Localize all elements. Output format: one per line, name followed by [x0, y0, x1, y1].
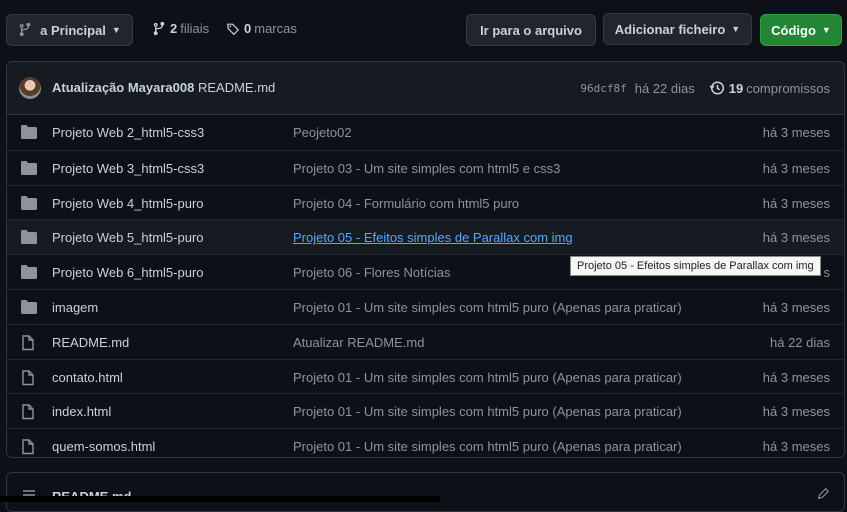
file-name-link[interactable]: Projeto Web 4_html5-puro [52, 196, 204, 211]
tag-icon [227, 23, 240, 35]
commit-message: Atualização Mayara008 README.md [52, 80, 275, 95]
repo-toolbar: a Principal ▼ 2 filiais 0 marcas Ir para… [0, 0, 847, 58]
commit-age[interactable]: há 3 meses [763, 196, 830, 211]
chevron-down-icon: ▼ [111, 25, 121, 35]
file-list: Projeto Web 2_html5-css3 Peojeto02 há 3 me… [7, 115, 844, 457]
file-row[interactable]: Projeto Web 4_html5-puro Projeto 04 - For… [7, 184, 844, 220]
add-file-button[interactable]: Adicionar ficheiro ▼ [603, 13, 752, 45]
file-name-link[interactable]: Projeto Web 6_html5-puro [52, 265, 204, 280]
file-name-link[interactable]: index.html [52, 404, 111, 419]
commit-message-link[interactable]: Projeto 05 - Efeitos simples de Parallax… [293, 230, 573, 245]
readme-panel: README.md [6, 472, 845, 512]
avatar[interactable] [19, 77, 41, 99]
branches-count: 2 [170, 21, 178, 36]
chevron-down-icon: ▼ [731, 24, 741, 34]
add-file-label: Adicionar ficheiro [614, 21, 726, 37]
edit-icon[interactable] [816, 487, 830, 501]
commit-meta: 96dcf8f há 22 dias 19 compromissos [580, 80, 830, 96]
commit-age[interactable]: há 3 meses [763, 125, 830, 140]
commit-age[interactable]: há 3 meses [763, 230, 830, 245]
file-row[interactable]: quem-somos.html Projeto 01 - Um site simp… [7, 428, 844, 457]
commit-age[interactable]: s [824, 265, 831, 280]
commit-age[interactable]: há 22 dias [770, 335, 830, 350]
commit-count-label[interactable]: compromissos [746, 81, 830, 96]
chevron-down-icon: ▼ [821, 25, 831, 35]
file-icon [21, 439, 35, 457]
branch-name: a Principal [40, 22, 106, 38]
file-name-link[interactable]: quem-somos.html [52, 439, 155, 454]
commit-age[interactable]: há 22 dias [635, 81, 695, 96]
commit-message-link[interactable]: Projeto 06 - Flores Notícias [293, 265, 451, 280]
branches-label: filiais [180, 21, 210, 36]
folder-icon [21, 265, 37, 282]
folder-icon [21, 125, 37, 142]
taskbar-edge [0, 496, 440, 502]
commit-message-link[interactable]: Projeto 01 - Um site simples com html5 p… [293, 300, 682, 315]
commit-age[interactable]: há 3 meses [763, 161, 830, 176]
commit-age[interactable]: há 3 meses [763, 404, 830, 419]
commit-file[interactable]: README.md [198, 80, 275, 95]
history-icon [709, 81, 724, 95]
file-row[interactable]: Projeto Web 5_html5-puro Projeto 05 - Efe… [7, 219, 844, 255]
code-button[interactable]: Código ▼ [760, 14, 842, 46]
file-row[interactable]: README.md Atualizar README.md há 22 dias [7, 323, 844, 359]
commit-message-link[interactable]: Projeto 01 - Um site simples com html5 p… [293, 370, 682, 385]
file-icon [21, 335, 35, 354]
go-to-file-button[interactable]: Ir para o arquivo [466, 14, 596, 46]
file-row[interactable]: Projeto Web 3_html5-css3 Projeto 03 - Um … [7, 149, 844, 185]
commit-message-link[interactable]: Projeto 01 - Um site simples com html5 p… [293, 439, 682, 454]
branches-link[interactable]: 2 filiais [152, 21, 209, 36]
folder-icon [21, 299, 37, 317]
file-name-link[interactable]: imagem [52, 300, 98, 315]
folder-icon [21, 230, 37, 247]
folder-icon [21, 160, 37, 178]
folder-icon [21, 195, 37, 213]
code-label: Código [771, 22, 816, 38]
tooltip: Projeto 05 - Efeitos simples de Parallax… [570, 256, 821, 276]
go-to-file-label: Ir para o arquivo [480, 22, 582, 38]
file-icon [21, 404, 35, 423]
commit-count[interactable]: 19 [729, 81, 743, 96]
file-name-link[interactable]: contato.html [52, 370, 123, 385]
file-name-link[interactable]: Projeto Web 2_html5-css3 [52, 125, 204, 140]
file-row[interactable]: index.html Projeto 01 - Um site simples c… [7, 393, 844, 428]
commit-message-link[interactable]: Atualizar README.md [293, 335, 424, 350]
commit-message-link[interactable]: Projeto 04 - Formulário com html5 puro [293, 196, 519, 211]
tags-count: 0 [244, 21, 252, 36]
file-name-link[interactable]: Projeto Web 5_html5-puro [52, 230, 204, 245]
commit-age[interactable]: há 3 meses [763, 439, 830, 454]
commit-message-link[interactable]: Peojeto02 [293, 125, 352, 140]
commit-message-link[interactable]: Projeto 03 - Um site simples com html5 e… [293, 161, 560, 176]
tags-link[interactable]: 0 marcas [226, 21, 297, 36]
commit-age[interactable]: há 3 meses [763, 300, 830, 315]
file-name-link[interactable]: Projeto Web 3_html5-css3 [52, 161, 204, 176]
file-name-link[interactable]: README.md [52, 335, 129, 350]
latest-commit-bar: Atualização Mayara008 README.md 96dcf8f … [7, 62, 844, 115]
commit-author[interactable]: Atualização Mayara008 [52, 80, 194, 95]
commit-message-link[interactable]: Projeto 01 - Um site simples com html5 p… [293, 404, 682, 419]
branch-select-button[interactable]: a Principal ▼ [6, 14, 133, 46]
commit-age[interactable]: há 3 meses [763, 370, 830, 385]
commit-sha[interactable]: 96dcf8f [580, 82, 626, 95]
file-row[interactable]: Projeto Web 2_html5-css3 Peojeto02 há 3 me… [7, 115, 844, 150]
branch-icon [19, 23, 31, 37]
file-row[interactable]: imagem Projeto 01 - Um site simples com h… [7, 288, 844, 324]
file-row[interactable]: contato.html Projeto 01 - Um site simples… [7, 358, 844, 394]
tags-label: marcas [254, 21, 297, 36]
branch-icon [153, 21, 165, 35]
file-icon [21, 369, 35, 389]
